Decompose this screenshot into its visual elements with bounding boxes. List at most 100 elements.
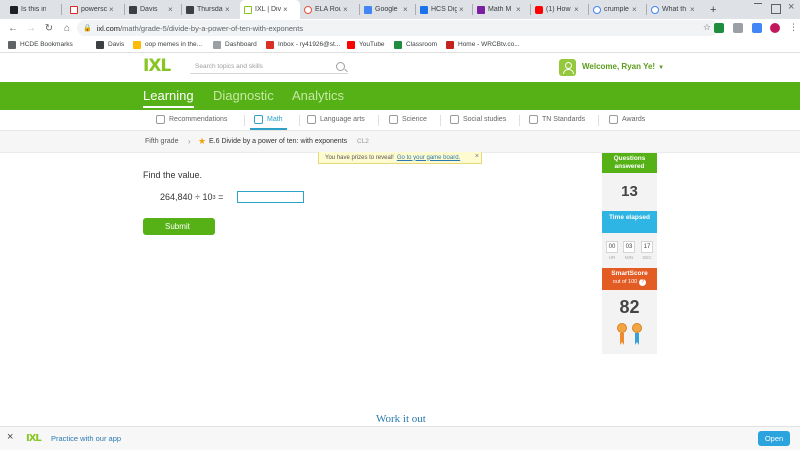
welcome-menu[interactable]: Welcome, Ryan Ye! ▼ [582, 62, 664, 71]
close-icon[interactable]: × [632, 5, 637, 14]
bookmark-inbox[interactable]: Inbox - ry41926@st... [266, 37, 340, 52]
profile-avatar[interactable] [770, 23, 780, 33]
bookmark-label: oop memes in the... [145, 41, 203, 48]
tab-label: IXL | Div [255, 6, 281, 13]
minimize-icon[interactable] [754, 3, 762, 4]
bookmark-label: HCDE Bookmarks [20, 41, 73, 48]
subnav-awards[interactable]: Awards [609, 115, 645, 124]
folder-icon [133, 40, 141, 49]
game-board-link[interactable]: Go to your game board. [397, 155, 460, 161]
browser-tab-7[interactable]: Google × [360, 0, 415, 19]
app-banner-text[interactable]: Practice with our app [51, 434, 121, 443]
close-icon[interactable]: × [7, 431, 13, 443]
bookmark-classroom[interactable]: Classroom [394, 37, 437, 52]
questions-answered-value: 13 [621, 183, 638, 200]
browser-tab-6[interactable]: ELA Rou × [300, 0, 359, 19]
back-button[interactable]: ← [6, 19, 20, 37]
extension-icon[interactable] [733, 23, 743, 33]
extension-icon[interactable] [752, 23, 762, 33]
close-icon[interactable]: × [459, 5, 464, 14]
bookmark-label: Home - WRCBtv.co... [458, 41, 520, 48]
prize-banner: You have prizes to reveal! Go to your ga… [318, 152, 482, 164]
slides-icon [477, 5, 485, 14]
open-app-button[interactable]: Open [758, 431, 790, 446]
close-icon[interactable]: × [168, 5, 173, 14]
star-icon[interactable]: ☆ [703, 22, 711, 33]
square-icon [129, 5, 137, 14]
time-seconds: 17 [641, 241, 653, 253]
subnav-math[interactable]: Math [250, 115, 287, 130]
time-hours-unit: HR [608, 255, 616, 260]
close-icon[interactable]: × [403, 5, 408, 14]
bookmark-davis[interactable]: Davis [96, 37, 124, 52]
docs-icon [364, 5, 372, 14]
browser-tab-3[interactable]: Davis × [125, 0, 181, 19]
bookmark-wrcbtv[interactable]: Home - WRCBtv.co... [446, 37, 520, 52]
browser-tab-9[interactable]: Math M × [473, 0, 530, 19]
window-close-icon[interactable]: × [788, 1, 794, 13]
question-title: Find the value. [143, 170, 203, 180]
bookmark-label: Davis [108, 41, 125, 48]
close-icon[interactable]: × [109, 5, 114, 14]
smartscore-value: 82 [619, 297, 640, 317]
subnav-tn-standards[interactable]: TN Standards [529, 115, 585, 124]
search-icon[interactable] [336, 62, 345, 71]
maximize-icon[interactable] [771, 4, 781, 14]
silver-medal-icon [632, 323, 642, 345]
nav-diagnostic[interactable]: Diagnostic [213, 88, 274, 103]
home-button[interactable]: ⌂ [60, 19, 74, 37]
extension-icon[interactable] [714, 23, 724, 33]
app-banner: × IXL Practice with our app Open [0, 426, 800, 450]
browser-tab-1[interactable]: Is this in [6, 0, 46, 19]
close-icon[interactable]: × [690, 5, 695, 14]
browser-tab-11[interactable]: crumple × [589, 0, 646, 19]
reload-button[interactable]: ↻ [42, 19, 56, 37]
ixl-logo[interactable]: IXL [143, 56, 171, 76]
close-icon[interactable]: × [225, 5, 230, 14]
browser-tab-10[interactable]: (1) How × [531, 0, 588, 19]
subnav-label: Awards [622, 116, 646, 123]
subnav-social-studies[interactable]: Social studies [450, 115, 506, 124]
nav-analytics[interactable]: Analytics [292, 88, 344, 103]
new-tab-button[interactable]: + [708, 0, 722, 19]
browser-tab-5-active[interactable]: IXL | Div × [240, 0, 300, 19]
smartscore-header: SmartScore out of 100? [602, 268, 657, 290]
browser-tab-4[interactable]: Thursda × [182, 0, 240, 19]
bookmark-oop-memes[interactable]: oop memes in the... [133, 37, 202, 52]
address-bar[interactable]: 🔒 ixl.com/math/grade-5/divide-by-a-power… [77, 20, 719, 36]
browser-tab-2[interactable]: powersc × [66, 0, 124, 19]
avatar[interactable] [559, 59, 576, 76]
close-icon[interactable]: × [283, 5, 288, 14]
standards-icon [529, 115, 538, 124]
forward-button[interactable]: → [24, 19, 38, 37]
search-input[interactable]: Search topics and skills [190, 60, 348, 74]
time-hours: 00 [606, 241, 618, 253]
classroom-icon [394, 40, 402, 49]
help-icon[interactable]: ? [639, 279, 647, 286]
nav-learning[interactable]: Learning [143, 88, 194, 108]
bookmark-youtube[interactable]: YouTube [347, 37, 385, 52]
logo-text: IXL [143, 56, 171, 76]
breadcrumb-grade[interactable]: Fifth grade [145, 138, 178, 145]
browser-tab-12[interactable]: What th × [647, 0, 705, 19]
bookmark-hcde[interactable]: HCDE Bookmarks [8, 37, 73, 52]
gmail-icon [266, 40, 274, 49]
subnav-recommendations[interactable]: Recommendations [156, 115, 227, 124]
close-icon[interactable]: × [475, 153, 479, 160]
close-icon[interactable]: × [516, 5, 521, 14]
submit-button[interactable]: Submit [143, 218, 215, 235]
answer-input[interactable] [237, 191, 304, 203]
bookmark-dashboard[interactable]: Dashboard [213, 37, 257, 52]
bookmark-label: YouTube [359, 41, 385, 48]
subnav-label: Language arts [320, 116, 365, 123]
close-icon[interactable]: × [574, 5, 579, 14]
time-minutes: 03 [623, 241, 635, 253]
subnav-science[interactable]: Science [389, 115, 427, 124]
language-arts-icon [307, 115, 316, 124]
kebab-menu-icon[interactable]: ⋮ [789, 22, 798, 33]
browser-tab-8[interactable]: HCS Dig × [416, 0, 472, 19]
close-icon[interactable]: × [343, 5, 348, 14]
square-icon [186, 5, 194, 14]
subnav-language-arts[interactable]: Language arts [307, 115, 365, 124]
work-it-out-link[interactable]: Work it out [376, 413, 426, 425]
